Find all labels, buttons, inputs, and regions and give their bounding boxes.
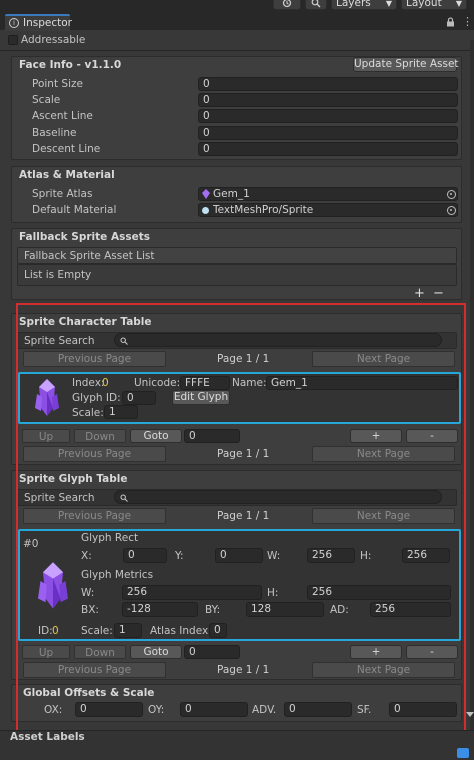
fallback-list-title: Fallback Sprite Asset List (24, 250, 155, 262)
sprite-atlas-value: Gem_1 (213, 188, 250, 200)
point-size-label: Point Size (32, 78, 83, 90)
info-icon: i (9, 18, 19, 28)
default-material-value: TextMeshPro/Sprite (213, 204, 314, 216)
fallback-header: Fallback Sprite Assets (19, 231, 150, 243)
sprite-atlas-label: Sprite Atlas (32, 188, 93, 200)
remove-fallback-button[interactable]: − (433, 286, 444, 301)
face-info-header: Face Info - v1.1.0 (19, 59, 122, 71)
tab-inspector-label: Inspector (23, 17, 72, 29)
highlight-frame (16, 303, 466, 732)
fallback-list-empty: List is Empty (24, 269, 92, 281)
layers-dropdown[interactable]: Layers ▼ (331, 0, 397, 10)
material-icon (202, 207, 209, 214)
gem-icon (202, 189, 210, 199)
object-picker-icon[interactable] (447, 206, 456, 215)
scrollbar[interactable] (470, 40, 474, 730)
point-size-field[interactable]: 0 (198, 77, 458, 91)
default-material-label: Default Material (32, 204, 117, 216)
addressable-checkbox[interactable] (8, 35, 18, 45)
sprite-atlas-field[interactable]: Gem_1 (198, 187, 458, 201)
baseline-label: Baseline (32, 127, 77, 139)
history-icon[interactable] (273, 0, 301, 10)
descent-line-label: Descent Line (32, 143, 101, 155)
ascent-line-label: Ascent Line (32, 110, 93, 122)
chevron-down-icon: ▼ (385, 0, 392, 8)
chevron-down-icon: ▼ (455, 0, 462, 8)
search-icon[interactable] (305, 0, 327, 10)
ascent-line-field[interactable]: 0 (198, 109, 458, 123)
update-sprite-asset-button[interactable]: Update Sprite Asset (353, 57, 459, 72)
tag-icon[interactable] (457, 748, 469, 758)
tab-inspector[interactable]: i Inspector (5, 14, 72, 31)
more-options-icon[interactable]: ⋮ (462, 15, 473, 28)
scroll-end-arrow-icon (466, 712, 474, 717)
object-picker-icon[interactable] (447, 190, 456, 199)
divider (0, 50, 474, 51)
baseline-field[interactable]: 0 (198, 126, 458, 140)
scale-field[interactable]: 0 (198, 93, 458, 107)
addressable-label: Addressable (21, 34, 86, 46)
asset-labels-title: Asset Labels (10, 731, 85, 743)
scale-label: Scale (32, 94, 61, 106)
add-fallback-button[interactable]: + (414, 286, 425, 301)
lock-icon[interactable] (446, 17, 456, 27)
layout-dropdown[interactable]: Layout ▼ (401, 0, 467, 10)
default-material-field[interactable]: TextMeshPro/Sprite (198, 203, 458, 217)
descent-line-field[interactable]: 0 (198, 142, 458, 156)
atlas-material-header: Atlas & Material (19, 169, 115, 181)
layers-label: Layers (336, 0, 371, 9)
layout-label: Layout (406, 0, 442, 9)
